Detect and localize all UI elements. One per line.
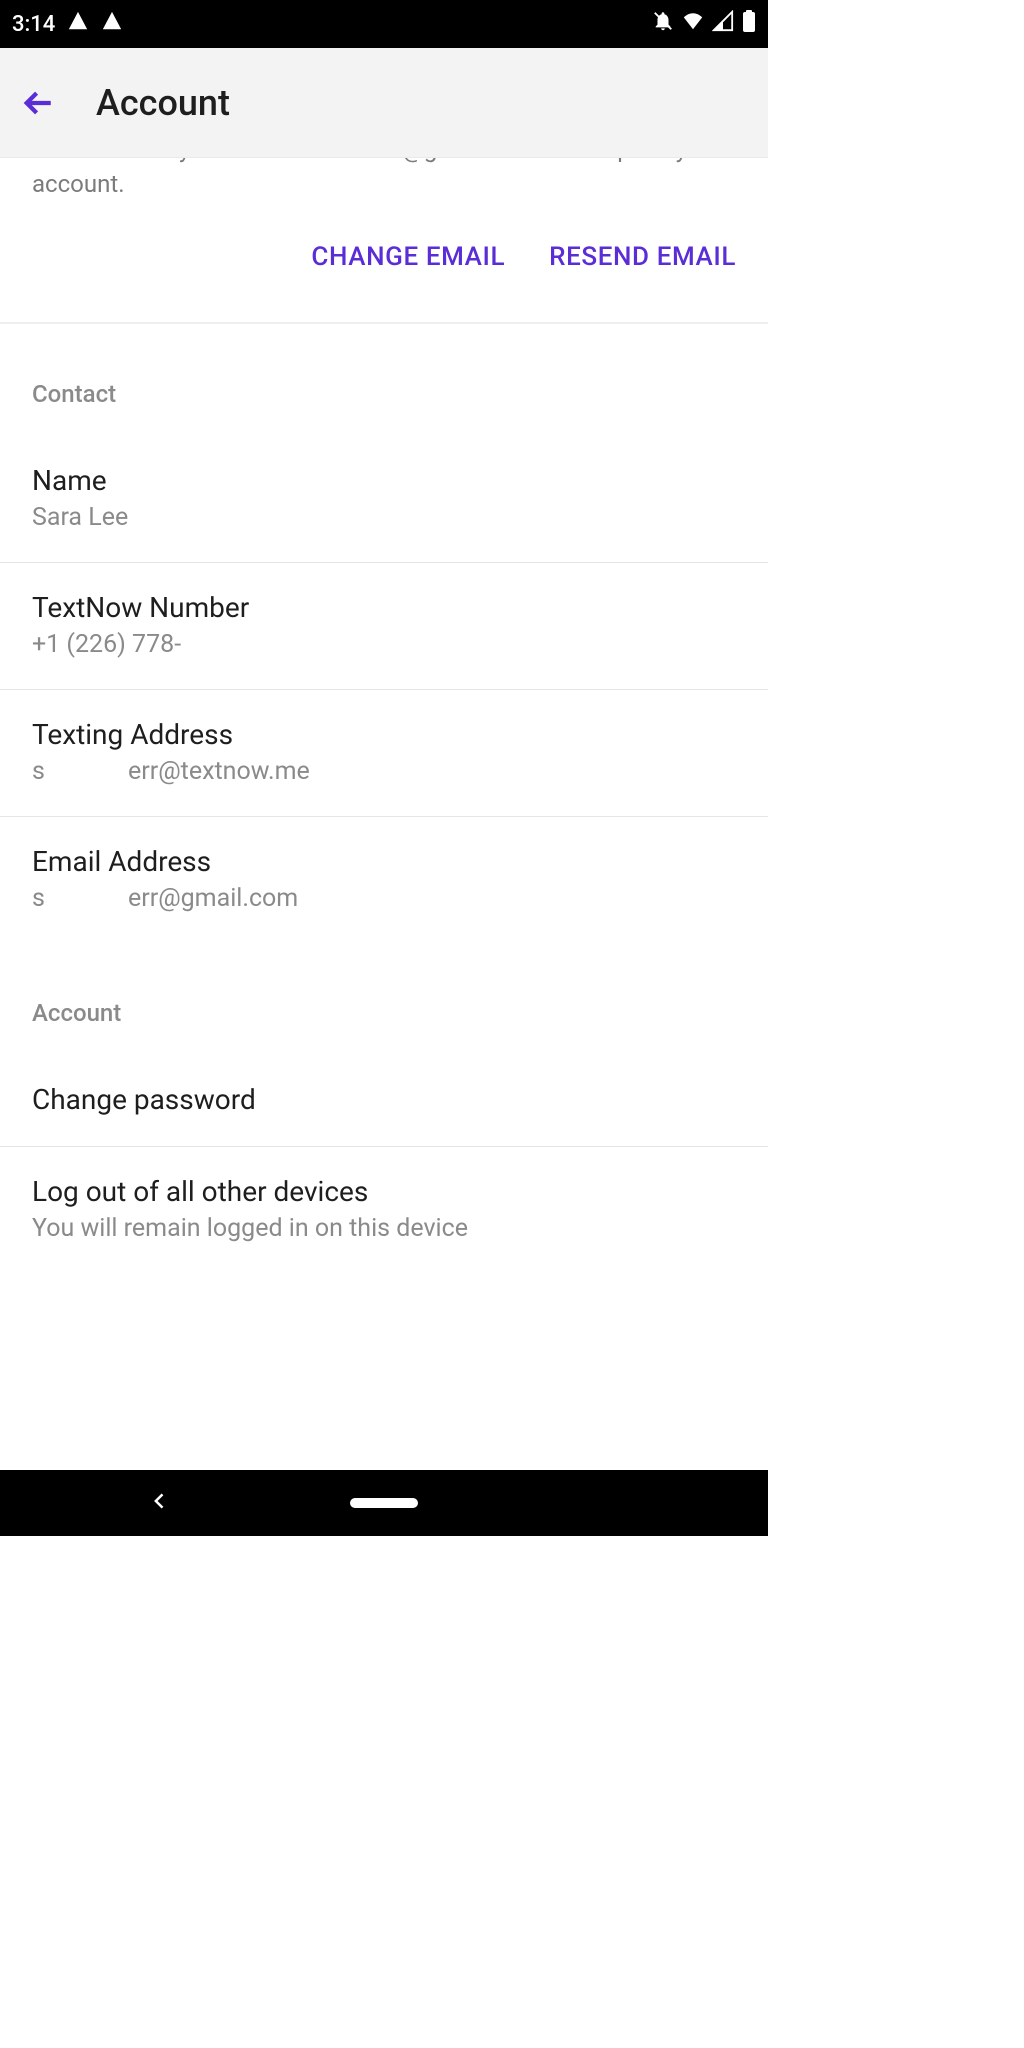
- logout-other-devices-row[interactable]: Log out of all other devices You will re…: [0, 1147, 768, 1273]
- name-value: Sara Lee: [32, 503, 736, 532]
- warning-icon: [67, 10, 89, 38]
- content-scroll[interactable]: Please check your email santamen@gmail.c…: [0, 158, 768, 1470]
- section-header-contact: Contact: [0, 324, 768, 436]
- cell-signal-icon: [712, 10, 734, 38]
- back-button[interactable]: [14, 79, 62, 127]
- textnow-number-row[interactable]: TextNow Number +1 (226) 778-: [0, 563, 768, 690]
- warning-icon: [101, 10, 123, 38]
- section-header-account: Account: [0, 943, 768, 1055]
- battery-icon: [742, 10, 756, 38]
- name-label: Name: [32, 464, 736, 497]
- app-bar: Account: [0, 48, 768, 158]
- change-password-row[interactable]: Change password: [0, 1055, 768, 1147]
- texting-address-value: serr@textnow.me: [32, 757, 736, 786]
- dnd-icon: [652, 10, 674, 38]
- email-address-label: Email Address: [32, 845, 736, 878]
- change-email-button[interactable]: CHANGE EMAIL: [311, 242, 505, 272]
- change-password-label: Change password: [32, 1083, 736, 1116]
- arrow-left-icon: [21, 86, 55, 120]
- chevron-left-icon: [150, 1491, 170, 1511]
- email-address-row[interactable]: Email Address serr@gmail.com: [0, 817, 768, 943]
- logout-title: Log out of all other devices: [32, 1175, 736, 1208]
- texting-address-row[interactable]: Texting Address serr@textnow.me: [0, 690, 768, 817]
- wifi-icon: [682, 10, 704, 38]
- texting-address-label: Texting Address: [32, 718, 736, 751]
- email-address-value: serr@gmail.com: [32, 884, 736, 913]
- system-nav-bar: [0, 1470, 768, 1536]
- verify-banner: Please check your email santamen@gmail.c…: [0, 158, 768, 322]
- page-title: Account: [96, 82, 230, 124]
- nav-home-pill[interactable]: [350, 1498, 418, 1508]
- textnow-number-label: TextNow Number: [32, 591, 736, 624]
- logout-subtitle: You will remain logged in on this device: [32, 1214, 736, 1243]
- nav-back-button[interactable]: [150, 1491, 170, 1515]
- status-bar: 3:14: [0, 0, 768, 48]
- verify-message: Please check your email santamen@gmail.c…: [32, 158, 736, 202]
- resend-email-button[interactable]: RESEND EMAIL: [549, 242, 736, 272]
- textnow-number-value: +1 (226) 778-: [32, 630, 736, 659]
- status-time: 3:14: [12, 12, 55, 37]
- name-row[interactable]: Name Sara Lee: [0, 436, 768, 563]
